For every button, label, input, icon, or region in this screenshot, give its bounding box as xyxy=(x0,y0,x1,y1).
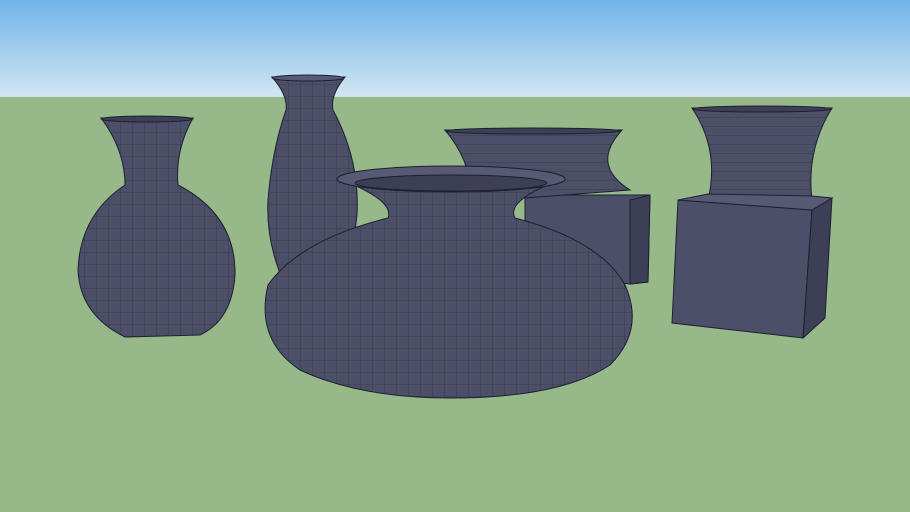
sky xyxy=(0,0,910,98)
3d-scene xyxy=(0,0,910,512)
